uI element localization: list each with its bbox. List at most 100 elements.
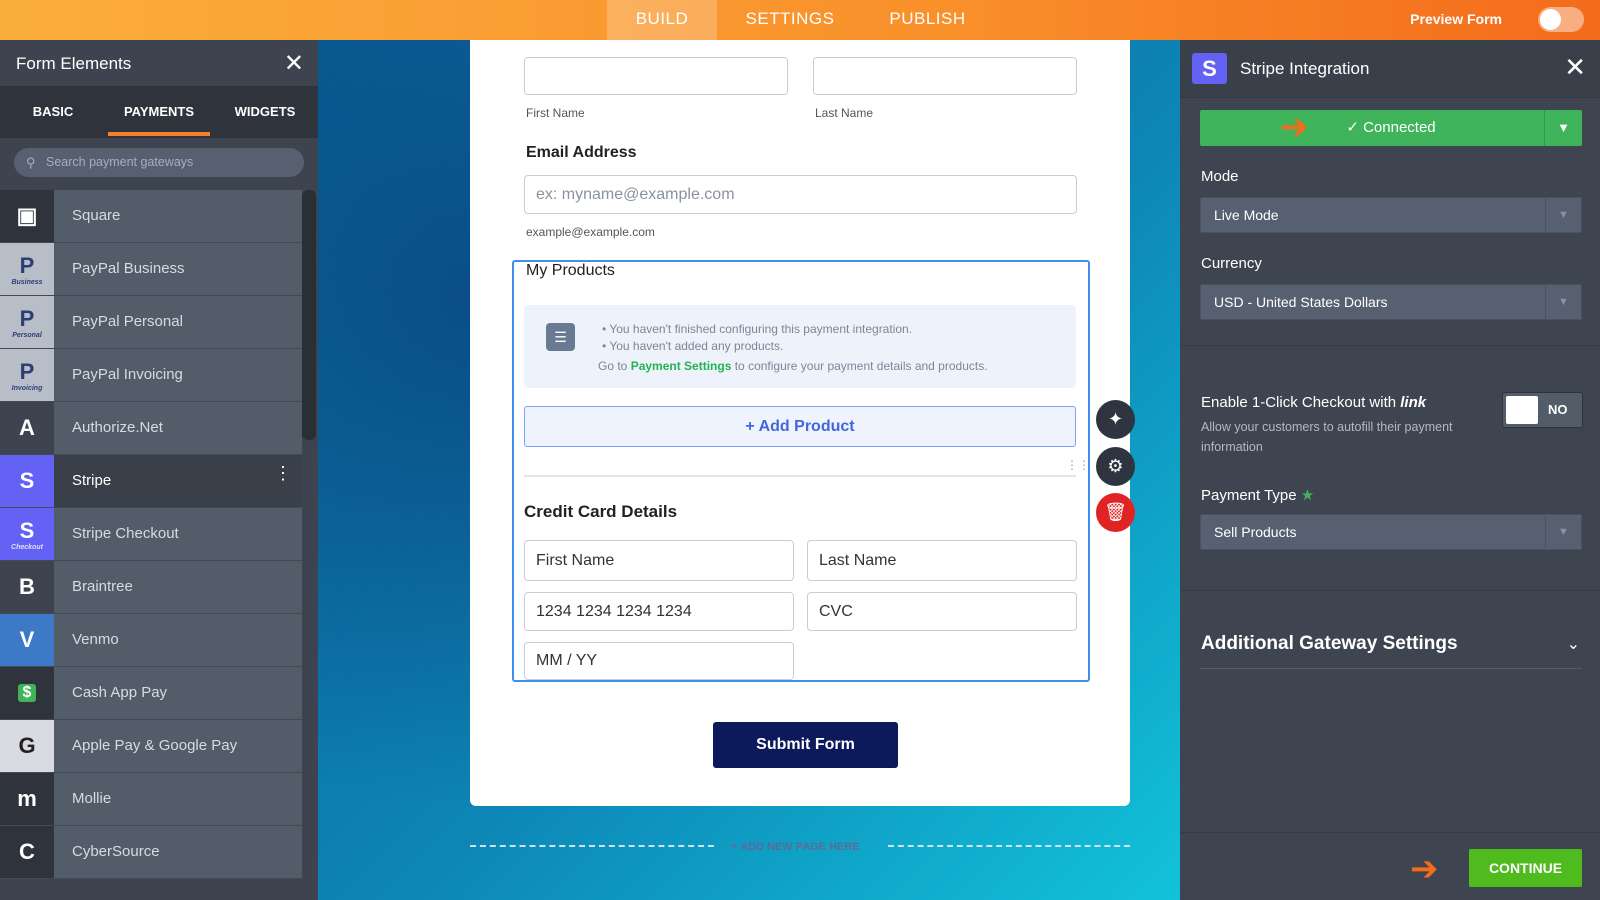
payment-type-label: Payment Type <box>1201 487 1297 504</box>
required-star-icon: ★ <box>1300 487 1315 504</box>
cc-first-name[interactable]: First Name <box>524 540 794 581</box>
payment-type-select[interactable]: Sell Products ▼ <box>1200 514 1582 550</box>
preview-form-toggle[interactable] <box>1538 7 1584 32</box>
chevron-down-icon: ▼ <box>1545 515 1581 549</box>
logo-glyph: m <box>17 786 37 811</box>
cvc-input[interactable]: CVC <box>807 592 1077 631</box>
continue-button[interactable]: CONTINUE <box>1469 849 1582 887</box>
divider <box>524 475 1076 477</box>
sidebar-item-stripe-checkout[interactable]: S Checkout Stripe Checkout <box>0 508 302 561</box>
divider <box>888 845 1130 847</box>
magic-wand-icon[interactable]: ✦ <box>1096 400 1135 439</box>
add-new-page-button[interactable]: + ADD NEW PAGE HERE <box>731 841 860 853</box>
gateway-logo-icon: C <box>0 826 54 878</box>
gateway-list: ▣ Square P Business PayPal Business P Personal… <box>0 190 302 879</box>
sidebar-item-authorize-net[interactable]: A Authorize.Net <box>0 402 302 455</box>
top-bar: BUILD SETTINGS PUBLISH Preview Form <box>0 0 1600 40</box>
logo-glyph: A <box>19 415 35 440</box>
link-logo: link <box>1400 394 1427 411</box>
gateway-label: CyberSource <box>72 843 160 860</box>
tab-build[interactable]: BUILD <box>607 0 717 40</box>
gateway-label: Stripe <box>72 472 112 489</box>
currency-label: Currency <box>1201 255 1262 272</box>
tab-payments[interactable]: PAYMENTS <box>106 86 212 138</box>
gateway-label: PayPal Business <box>72 260 185 277</box>
scrollbar[interactable] <box>302 190 316 440</box>
email-input[interactable]: ex: myname@example.com <box>524 175 1077 214</box>
sidebar-item-cash-app-pay[interactable]: $ Cash App Pay <box>0 667 302 720</box>
logo-caption: Checkout <box>11 543 43 551</box>
sidebar-item-mollie[interactable]: m Mollie <box>0 773 302 826</box>
logo-glyph: P <box>19 358 35 384</box>
cc-last-name[interactable]: Last Name <box>807 540 1077 581</box>
sidebar-item-venmo[interactable]: V Venmo <box>0 614 302 667</box>
gateway-logo-icon: $ <box>0 667 54 719</box>
cc-title: Credit Card Details <box>524 502 678 521</box>
logo-caption: Personal <box>12 331 42 339</box>
close-icon[interactable]: ✕ <box>284 49 304 78</box>
trash-icon[interactable]: 🗑 <box>1096 493 1135 532</box>
tab-widgets[interactable]: WIDGETS <box>212 86 318 138</box>
sidebar-item-paypal-business[interactable]: P Business PayPal Business <box>0 243 302 296</box>
gateway-logo-icon: S <box>0 455 54 507</box>
connected-label: ✓ Connected <box>1346 119 1436 136</box>
gateway-label: Venmo <box>72 631 119 648</box>
email-label: Email Address <box>526 144 637 161</box>
logo-glyph: P <box>19 305 35 331</box>
mode-select[interactable]: Live Mode ▼ <box>1200 197 1582 233</box>
panel-title: Stripe Integration <box>1240 59 1370 78</box>
sidebar-item-apple-pay-google-pay[interactable]: G Apple Pay & Google Pay <box>0 720 302 773</box>
gateway-label: Stripe Checkout <box>72 525 179 542</box>
chevron-down-icon[interactable]: ⌄ <box>1567 634 1580 654</box>
logo-caption: Invoicing <box>11 384 43 392</box>
arrow-icon: ➔ <box>1410 850 1439 888</box>
tab-basic[interactable]: BASIC <box>0 86 106 138</box>
sidebar-item-stripe[interactable]: S Stripe ⋮ <box>0 455 302 508</box>
more-options-icon[interactable]: ⋮ <box>274 464 292 482</box>
close-icon[interactable]: ✕ <box>1564 52 1586 83</box>
card-number-input[interactable]: 1234 1234 1234 1234 <box>524 592 794 631</box>
logo-glyph: S <box>19 517 35 543</box>
sidebar-item-square[interactable]: ▣ Square <box>0 190 302 243</box>
sidebar-item-paypal-invoicing[interactable]: P Invoicing PayPal Invoicing <box>0 349 302 402</box>
gateway-logo-icon: G <box>0 720 54 772</box>
last-name-input[interactable] <box>813 57 1077 95</box>
logo-glyph: $ <box>17 684 37 702</box>
gateway-logo-icon: m <box>0 773 54 825</box>
expiry-input[interactable]: MM / YY <box>524 642 794 680</box>
connected-button[interactable]: ✓ Connected ▼ <box>1200 110 1582 146</box>
tab-publish[interactable]: PUBLISH <box>880 0 975 40</box>
gateway-label: Authorize.Net <box>72 419 163 436</box>
toggle-state: NO <box>1548 402 1568 417</box>
search-input[interactable]: ⚲ Search payment gateways <box>14 148 304 177</box>
tab-settings[interactable]: SETTINGS <box>730 0 850 40</box>
drag-handle-icon[interactable]: ⋮⋮ <box>1066 459 1090 471</box>
gateway-logo-icon: A <box>0 402 54 454</box>
chevron-down-icon[interactable]: ▼ <box>1544 110 1582 146</box>
payment-settings-link[interactable]: Payment Settings <box>631 359 732 373</box>
search-placeholder: Search payment gateways <box>46 155 194 169</box>
last-name-sublabel: Last Name <box>815 106 874 120</box>
products-notice: ☰ • You haven't finished configuring thi… <box>524 305 1076 388</box>
gateway-logo-icon: S Checkout <box>0 508 54 560</box>
sidebar-item-braintree[interactable]: B Braintree <box>0 561 302 614</box>
products-title: My Products <box>526 262 615 279</box>
submit-form-button[interactable]: Submit Form <box>713 722 898 768</box>
sidebar-item-cybersource[interactable]: C CyberSource <box>0 826 302 879</box>
logo-caption: Business <box>11 278 43 286</box>
first-name-input[interactable] <box>524 57 788 95</box>
add-product-button[interactable]: + Add Product <box>524 406 1076 447</box>
payment-type-value: Sell Products <box>1214 524 1297 540</box>
search-icon: ⚲ <box>26 155 36 170</box>
arrow-icon: ➔ <box>1280 108 1309 146</box>
logo-glyph: P <box>19 252 35 278</box>
checklist-icon: ☰ <box>546 323 575 351</box>
stripe-logo-icon: S <box>1192 53 1227 84</box>
currency-select[interactable]: USD - United States Dollars ▼ <box>1200 284 1582 320</box>
additional-settings-header[interactable]: Additional Gateway Settings <box>1201 633 1458 655</box>
gateway-logo-icon: P Business <box>0 243 54 295</box>
gateway-label: Cash App Pay <box>72 684 168 701</box>
link-checkout-toggle[interactable]: NO <box>1502 392 1583 428</box>
sidebar-item-paypal-personal[interactable]: P Personal PayPal Personal <box>0 296 302 349</box>
gear-icon[interactable]: ⚙ <box>1096 447 1135 486</box>
